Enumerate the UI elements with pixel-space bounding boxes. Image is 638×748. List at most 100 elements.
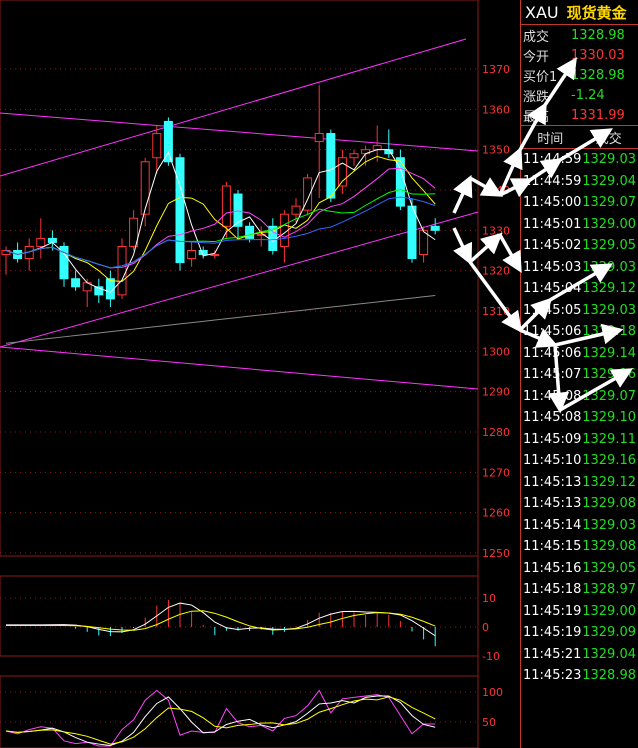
quote-value: 1331.99 xyxy=(571,107,625,123)
ma-line-gray xyxy=(5,295,436,344)
tick-row: 11:45:03 1329.03 xyxy=(521,257,638,279)
price-chart-svg[interactable]: 1370 1360 1350 1340 1330 1320 1310 1300 1290 1280… xyxy=(0,0,520,748)
candle xyxy=(117,238,127,299)
candle xyxy=(36,218,46,259)
ma-line-blue xyxy=(5,196,436,269)
kdj-panel-frame xyxy=(0,675,479,748)
tick-time: 11:45:18 xyxy=(523,582,582,598)
price-tick-label: 1340 xyxy=(482,184,510,197)
candle xyxy=(430,218,440,235)
tick-row: 11:45:13 1329.12 xyxy=(521,472,638,494)
price-tick-label: 1330 xyxy=(482,224,510,237)
tick-row: 11:45:21 1329.04 xyxy=(521,644,638,666)
candle-body-up xyxy=(140,161,150,215)
tick-time: 11:45:05 xyxy=(523,302,582,318)
macd-tick-label: 0 xyxy=(482,621,489,634)
tick-time: 11:45:03 xyxy=(523,259,582,275)
tick-time: 11:45:14 xyxy=(523,517,582,533)
price-tick-label: 1310 xyxy=(482,305,510,318)
tick-row: 11:45:00 1329.07 xyxy=(521,192,638,214)
tick-row: 11:45:06 1329.14 xyxy=(521,343,638,365)
channel-bottom-line xyxy=(0,346,479,390)
tick-time: 11:45:23 xyxy=(523,668,582,684)
tick-price: 1329.18 xyxy=(582,324,636,340)
candle xyxy=(349,149,359,166)
candle xyxy=(268,218,278,255)
candle-body-up xyxy=(210,254,220,257)
tick-row: 11:45:19 1329.09 xyxy=(521,622,638,644)
tick-price: 1329.14 xyxy=(582,345,636,361)
candle xyxy=(13,242,23,263)
candle xyxy=(59,242,69,287)
tick-time: 11:45:19 xyxy=(523,625,582,641)
candle xyxy=(314,85,324,199)
tick-row: 11:45:07 1329.16 xyxy=(521,364,638,386)
quote-value: -1.24 xyxy=(571,87,605,103)
tick-row: 11:45:08 1329.07 xyxy=(521,386,638,408)
tick-price: 1329.03 xyxy=(582,152,636,168)
candle-body-down xyxy=(175,157,185,264)
tick-time: 11:45:15 xyxy=(523,539,582,555)
candle xyxy=(210,250,220,259)
quote-label: 涨跌 xyxy=(523,89,550,105)
channel-mid-line xyxy=(0,112,479,152)
candle xyxy=(140,157,150,227)
candle-body-down xyxy=(47,237,57,243)
candle xyxy=(71,270,81,291)
macd-dif-line xyxy=(6,602,436,637)
candle-body-down xyxy=(71,278,81,288)
price-tick-label: 1290 xyxy=(482,386,510,399)
macd-tick-label: 10 xyxy=(482,592,496,605)
quote-row: 最高 1331.99 xyxy=(521,105,638,125)
price-tick-label: 1250 xyxy=(482,547,510,560)
tick-time: 11:44:59 xyxy=(523,173,582,189)
tick-time: 11:45:01 xyxy=(523,216,582,232)
ticks-header-price: 成交 xyxy=(595,131,622,147)
tick-price: 1329.07 xyxy=(582,388,636,404)
tick-price: 1329.00 xyxy=(582,216,636,232)
tick-time: 11:45:02 xyxy=(523,238,582,254)
symbol-code[interactable]: XAU xyxy=(525,3,559,22)
quote-row: 买价1 1328.98 xyxy=(521,65,638,85)
tick-price: 1329.16 xyxy=(582,367,636,383)
price-tick-label: 1350 xyxy=(482,144,510,157)
tick-price: 1329.05 xyxy=(582,560,636,576)
instrument-name[interactable]: 现货黄金 xyxy=(567,2,627,23)
tick-row: 11:44:59 1329.03 xyxy=(521,149,638,171)
candlestick-chart-area[interactable]: 1370 1360 1350 1340 1330 1320 1310 1300 1290 1280… xyxy=(0,0,520,748)
quote-panel: XAU 现货黄金 成交 1328.98 今开 1330.03 买价1 1328.98 涨跌 -… xyxy=(520,0,638,748)
quote-label: 成交 xyxy=(523,29,550,45)
tick-list[interactable]: 11:44:59 1329.03 11:44:59 1329.04 11:45:00 13… xyxy=(521,149,638,687)
quote-label: 买价1 xyxy=(523,69,558,85)
tick-time: 11:45:13 xyxy=(523,496,582,512)
price-tick-label: 1300 xyxy=(482,345,510,358)
tick-row: 11:45:18 1328.97 xyxy=(521,579,638,601)
quote-row: 今开 1330.03 xyxy=(521,45,638,65)
price-tick-label: 1270 xyxy=(482,466,510,479)
kdj-tick-label: 50 xyxy=(482,716,496,729)
tick-row: 11:45:10 1329.16 xyxy=(521,450,638,472)
candle xyxy=(24,238,34,271)
tick-row: 11:45:09 1329.11 xyxy=(521,429,638,451)
macd-tick-label: -10 xyxy=(482,650,500,663)
quote-value: 1330.03 xyxy=(571,47,625,63)
tick-row: 11:45:05 1329.03 xyxy=(521,300,638,322)
tick-row: 11:44:59 1329.04 xyxy=(521,171,638,193)
tick-time: 11:44:59 xyxy=(523,152,582,168)
tick-time: 11:45:00 xyxy=(523,195,582,211)
tick-price: 1329.04 xyxy=(582,173,636,189)
candle xyxy=(395,149,405,211)
candle-body-up xyxy=(152,133,162,159)
main-panel-frame xyxy=(0,0,479,557)
kdj-j-line xyxy=(5,689,436,747)
tick-row: 11:45:23 1328.98 xyxy=(521,665,638,687)
tick-row: 11:45:04 1329.12 xyxy=(521,278,638,300)
ticks-header: 时间 成交 xyxy=(521,126,638,149)
candle-body-up xyxy=(372,145,382,151)
price-tick-label: 1370 xyxy=(482,63,510,76)
candle-body-up xyxy=(117,245,127,296)
candle-body-down xyxy=(407,205,417,260)
candle xyxy=(163,117,173,166)
candle-body-up xyxy=(36,237,46,247)
tick-row: 11:45:14 1329.03 xyxy=(521,515,638,537)
